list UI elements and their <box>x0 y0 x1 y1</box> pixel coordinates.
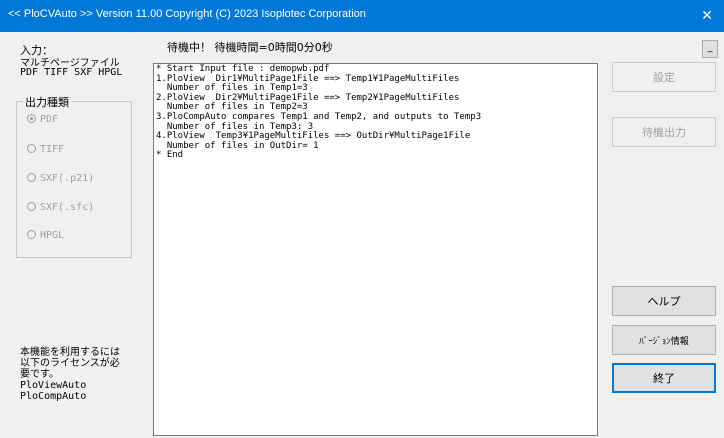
license-item: PloViewAuto <box>20 380 87 391</box>
input-formats: PDF TIFF SXF HPGL <box>20 67 123 78</box>
license-note-line: 要です。 <box>20 369 59 380</box>
radio-pdf-label: PDF <box>40 114 59 125</box>
license-note: 本機能を利用するには 以下のライセンスが必 要です。 PloViewAuto PloCo… <box>20 347 120 402</box>
minimize-button[interactable]: _ <box>702 40 718 58</box>
settings-button[interactable]: 設定 <box>612 62 716 92</box>
radio-hpgl-label: HPGL <box>40 230 65 241</box>
radio-pdf: PDF <box>27 114 58 125</box>
license-item: PloCompAuto <box>20 391 87 402</box>
radio-dot <box>27 230 36 239</box>
radio-hpgl: HPGL <box>27 230 64 241</box>
radio-sxf-p21: SXF(.p21) <box>27 173 94 184</box>
window-title: << PloCVAuto >> Version 11.00 Copyright … <box>8 8 366 20</box>
radio-dot <box>27 114 36 123</box>
log-output-area[interactable]: * Start Input file : demopwb.pdf 1.PloVi… <box>153 63 598 436</box>
input-label: 入力： <box>20 44 53 57</box>
exit-button[interactable]: 終了 <box>612 363 716 393</box>
radio-sxf-p21-label: SXF(.p21) <box>40 173 95 184</box>
license-note-line: 本機能を利用するには <box>20 347 120 358</box>
version-info-button[interactable]: ﾊﾞｰｼﾞｮﾝ情報 <box>612 325 716 355</box>
radio-dot <box>27 202 36 211</box>
log-text: * Start Input file : demopwb.pdf 1.PloVi… <box>156 64 482 161</box>
radio-tiff-label: TIFF <box>40 144 65 155</box>
radio-sxf-sfc: SXF(.sfc) <box>27 202 94 213</box>
radio-tiff: TIFF <box>27 144 64 155</box>
output-type-legend: 出力種類 <box>23 94 71 110</box>
license-note-line: 以下のライセンスが必 <box>20 358 120 369</box>
status-text: 待機中！ 待機時間=0時間0分0秒 <box>167 41 333 54</box>
radio-sxf-sfc-label: SXF(.sfc) <box>40 202 95 213</box>
main-window: 入力： マルチページファイル PDF TIFF SXF HPGL 出力種類 PD… <box>0 32 724 438</box>
output-type-group: 出力種類 PDF TIFF SXF(.p21) SXF(.sfc) HPGL <box>16 94 132 258</box>
radio-dot <box>27 173 36 182</box>
help-button[interactable]: ヘルプ <box>612 286 716 316</box>
standby-output-button[interactable]: 待機出力 <box>612 117 716 147</box>
radio-dot <box>27 144 36 153</box>
title-bar: << PloCVAuto >> Version 11.00 Copyright … <box>0 0 724 32</box>
close-icon[interactable]: ✕ <box>690 0 724 32</box>
